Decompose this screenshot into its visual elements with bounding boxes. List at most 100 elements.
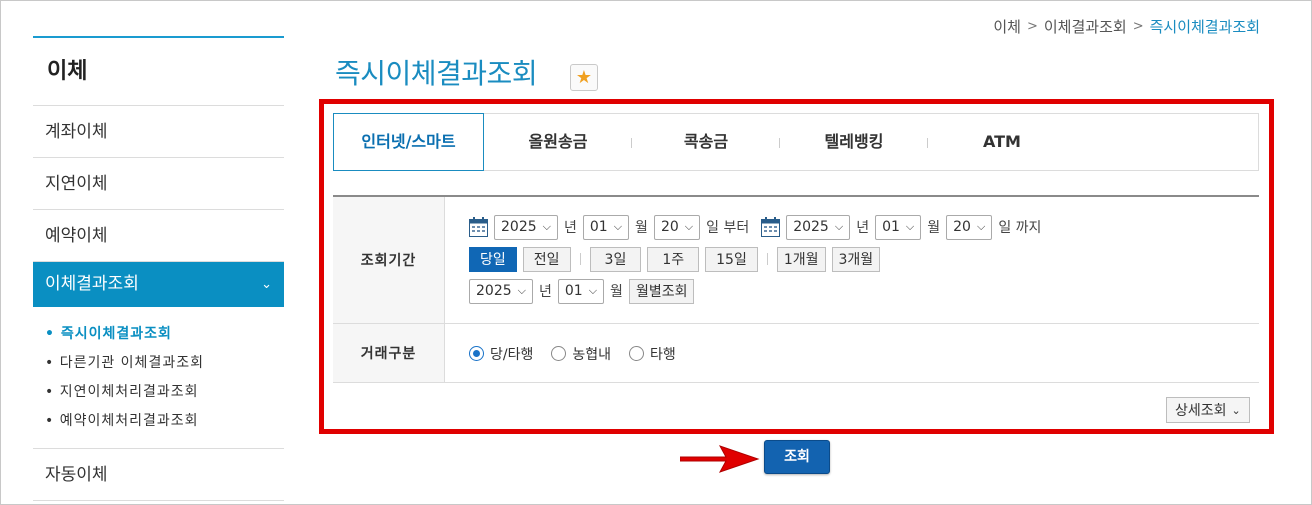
- monthly-month-select[interactable]: 01 ⌵: [557, 278, 605, 304]
- form-row-period: 조회기간 2025 ⌵ 년 01 ⌵ 월 20 ⌵ 일 부터 2025 ⌵ 년 …: [333, 197, 1259, 324]
- search-button[interactable]: 조회: [764, 440, 830, 474]
- select-value: 2025: [476, 283, 512, 299]
- submenu-item-delayed-results[interactable]: • 지연이체처리결과조회: [45, 382, 284, 411]
- sidebar-item-scheduled-transfer[interactable]: 예약이체: [33, 210, 284, 262]
- period-yesterday-button[interactable]: 전일: [522, 246, 571, 272]
- period-1week-button[interactable]: 1주: [647, 246, 700, 272]
- from-year-select[interactable]: 2025 ⌵: [494, 214, 558, 240]
- tab-allone-remit[interactable]: 올원송금: [484, 114, 632, 170]
- monthly-search-button[interactable]: 월별조회: [628, 278, 695, 304]
- tab-label: 올원송금: [528, 132, 588, 151]
- submenu-item-other-institution-results[interactable]: • 다른기관 이체결과조회: [45, 353, 284, 382]
- breadcrumb: 이체 > 이체결과조회 > 즉시이체결과조회: [993, 16, 1260, 37]
- chevron-down-icon: ⌵: [517, 284, 526, 297]
- quick-period-line: 당일 전일 3일 1주 15일 1개월 3개월: [469, 246, 1259, 272]
- tab-telebanking[interactable]: 텔레뱅킹: [780, 114, 928, 170]
- period-today-button[interactable]: 당일: [469, 246, 517, 272]
- divider: [766, 253, 768, 265]
- chevron-down-icon: ⌵: [588, 284, 598, 297]
- sidebar-item-label: 이체결과조회: [45, 274, 139, 294]
- select-value: 2025: [501, 219, 537, 235]
- monthly-line: 2025 ⌵ 년 01 ⌵ 월 월별조회: [469, 278, 1259, 304]
- calendar-icon[interactable]: [469, 217, 488, 237]
- chevron-down-icon: ⌵: [905, 220, 915, 233]
- monthly-year-select[interactable]: 2025 ⌵: [469, 278, 533, 304]
- chevron-down-icon: ⌄: [1231, 403, 1241, 417]
- radio-label: 타행: [650, 346, 676, 363]
- select-value: 01: [564, 283, 583, 299]
- period-15day-button[interactable]: 15일: [705, 246, 758, 272]
- radio-indicator: [629, 346, 644, 361]
- to-month-unit: 월: [927, 220, 941, 236]
- sidebar-item-account-transfer[interactable]: 계좌이체: [33, 106, 284, 158]
- select-value: 20: [660, 219, 679, 235]
- breadcrumb-current: 즉시이체결과조회: [1149, 18, 1260, 36]
- from-year-unit: 년: [563, 220, 577, 236]
- chevron-down-icon: ⌄: [261, 277, 272, 292]
- from-day-select[interactable]: 20 ⌵: [653, 214, 701, 240]
- chevron-down-icon: ⌵: [613, 220, 623, 233]
- chevron-down-icon: ⌵: [684, 220, 694, 233]
- sidebar-title: 이체: [33, 38, 284, 106]
- chevron-down-icon: ⌵: [976, 220, 986, 233]
- radio-label: 당/타행: [490, 346, 534, 363]
- calendar-icon[interactable]: [761, 217, 781, 237]
- period-1month-button[interactable]: 1개월: [776, 246, 826, 272]
- tab-internet-smart[interactable]: 인터넷/스마트: [333, 113, 484, 171]
- period-3month-button[interactable]: 3개월: [831, 246, 881, 272]
- to-day-unit: 일 까지: [998, 220, 1042, 236]
- select-value: 2025: [793, 219, 829, 235]
- chevron-down-icon: ⌵: [542, 220, 551, 233]
- period-label: 조회기간: [333, 197, 445, 323]
- divider: [579, 253, 581, 265]
- monthly-month-unit: 월: [610, 284, 623, 300]
- radio-indicator: [551, 346, 567, 361]
- detail-search-button[interactable]: 상세조회 ⌄: [1166, 397, 1250, 423]
- to-day-select[interactable]: 20 ⌵: [946, 214, 993, 240]
- detail-search-label: 상세조회: [1175, 403, 1227, 419]
- breadcrumb-item[interactable]: 이체: [993, 16, 1021, 37]
- sidebar-submenu: • 즉시이체결과조회 • 다른기관 이체결과조회 • 지연이체처리결과조회 • …: [33, 307, 284, 449]
- to-month-select[interactable]: 01 ⌵: [875, 214, 922, 240]
- breadcrumb-separator: >: [1132, 19, 1144, 34]
- sidebar-item-delayed-transfer[interactable]: 지연이체: [33, 158, 284, 210]
- to-year-unit: 년: [856, 220, 870, 236]
- star-icon: ★: [575, 67, 593, 88]
- to-year-select[interactable]: 2025 ⌵: [786, 214, 851, 240]
- select-value: 20: [953, 219, 971, 235]
- sidebar-item-transfer-results[interactable]: 이체결과조회 ⌄: [33, 262, 284, 307]
- period-3day-button[interactable]: 3일: [589, 246, 642, 272]
- red-arrow-icon: [680, 445, 760, 473]
- select-value: 01: [589, 219, 608, 235]
- radio-all-banks[interactable]: 당/타행: [469, 344, 533, 364]
- search-form: 조회기간 2025 ⌵ 년 01 ⌵ 월 20 ⌵ 일 부터 2025 ⌵ 년 …: [333, 195, 1259, 383]
- select-value: 01: [882, 219, 900, 235]
- radio-other-bank[interactable]: 타행: [629, 344, 676, 364]
- breadcrumb-item[interactable]: 이체결과조회: [1044, 16, 1127, 37]
- from-day-unit: 일 부터: [706, 220, 750, 236]
- tab-atm[interactable]: ATM: [928, 114, 1076, 170]
- radio-nonghyup[interactable]: 농협내: [551, 344, 611, 364]
- page-title: 즉시이체결과조회: [335, 57, 538, 90]
- type-content: 당/타행 농협내 타행: [445, 324, 1259, 382]
- favorite-button[interactable]: ★: [570, 64, 598, 91]
- tab-label: 콕송금: [683, 132, 729, 151]
- tab-bar: 인터넷/스마트 올원송금 콕송금 텔레뱅킹 ATM: [333, 113, 1259, 171]
- type-radio-group: 당/타행 농협내 타행: [469, 324, 1259, 383]
- tab-label: 텔레뱅킹: [824, 132, 884, 151]
- from-month-unit: 월: [635, 220, 648, 236]
- period-content: 2025 ⌵ 년 01 ⌵ 월 20 ⌵ 일 부터 2025 ⌵ 년 01 ⌵ 월 20 ⌵: [445, 197, 1259, 323]
- submenu-item-scheduled-results[interactable]: • 예약이체처리결과조회: [45, 411, 284, 440]
- sidebar-item-auto-transfer[interactable]: 자동이체: [33, 449, 284, 501]
- type-label: 거래구분: [333, 324, 445, 382]
- from-month-select[interactable]: 01 ⌵: [582, 214, 630, 240]
- chevron-down-icon: ⌵: [834, 220, 844, 233]
- monthly-year-unit: 년: [538, 284, 552, 300]
- radio-indicator: [469, 346, 484, 361]
- date-range-line: 2025 ⌵ 년 01 ⌵ 월 20 ⌵ 일 부터 2025 ⌵ 년 01 ⌵ 월 20 ⌵: [469, 214, 1259, 240]
- submenu-item-instant-results[interactable]: • 즉시이체결과조회: [45, 324, 284, 353]
- tab-kok-remit[interactable]: 콕송금: [632, 114, 780, 170]
- radio-label: 농협내: [572, 346, 611, 363]
- breadcrumb-separator: >: [1026, 19, 1038, 34]
- sidebar: 이체 계좌이체 지연이체 예약이체 이체결과조회 ⌄ • 즉시이체결과조회 • …: [33, 36, 284, 501]
